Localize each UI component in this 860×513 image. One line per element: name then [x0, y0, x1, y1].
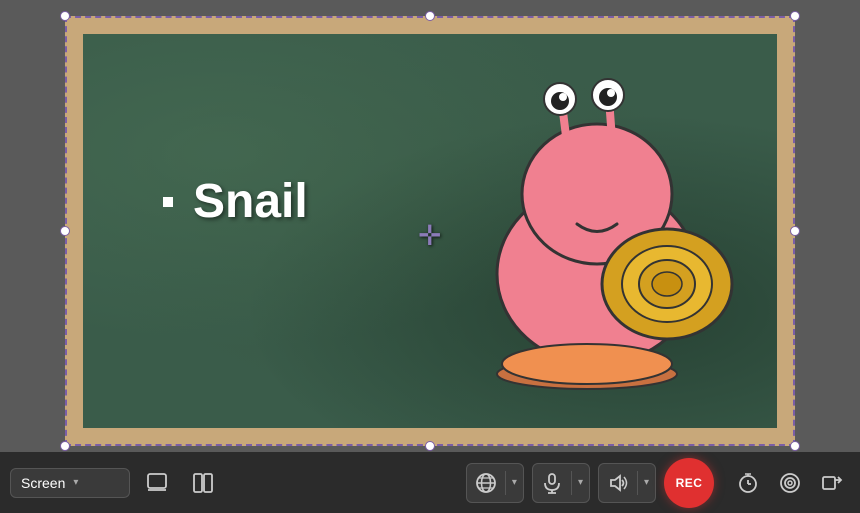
bullet-point — [163, 197, 173, 207]
handle-top-center[interactable] — [425, 11, 435, 21]
snail-text-group: Snail — [163, 174, 308, 229]
handle-bottom-center[interactable] — [425, 441, 435, 451]
exit-icon — [821, 472, 843, 494]
chevron-down-icon: ▾ — [73, 477, 78, 488]
layout-split-button[interactable] — [184, 464, 222, 502]
camera-icon — [779, 472, 801, 494]
speaker-button-group[interactable]: ▾ — [598, 463, 656, 503]
speaker-icon[interactable] — [599, 464, 637, 502]
split-view-icon — [192, 472, 214, 494]
chalkboard-inner: Snail ✛ — [83, 34, 777, 428]
speaker-chevron-icon[interactable]: ▾ — [638, 469, 655, 496]
snail-label: Snail — [193, 174, 308, 229]
screen-dropdown-label: Screen — [21, 475, 65, 491]
move-cursor-icon: ✛ — [418, 219, 441, 252]
rec-button[interactable]: REC — [664, 458, 714, 508]
timer-icon — [737, 472, 759, 494]
chalkboard-wrapper[interactable]: Snail ✛ — [65, 16, 795, 446]
settings-button[interactable] — [772, 465, 808, 501]
screen-dropdown[interactable]: Screen ▾ — [10, 468, 130, 498]
chalkboard: Snail ✛ — [65, 16, 795, 446]
mic-icon[interactable] — [533, 464, 571, 502]
layout-fit-button[interactable] — [138, 464, 176, 502]
globe-chevron-icon[interactable]: ▾ — [506, 469, 523, 496]
mic-button-group[interactable]: ▾ — [532, 463, 590, 503]
mic-chevron-icon[interactable]: ▾ — [572, 469, 589, 496]
toolbar: Screen ▾ ▾ — [0, 452, 860, 513]
right-icon-group — [730, 465, 850, 501]
snail-illustration — [447, 54, 747, 414]
handle-top-left[interactable] — [60, 11, 70, 21]
canvas-area: Snail ✛ — [0, 0, 860, 452]
globe-icon[interactable] — [467, 464, 505, 502]
handle-middle-left[interactable] — [60, 226, 70, 236]
handle-top-right[interactable] — [790, 11, 800, 21]
globe-button-group[interactable]: ▾ — [466, 463, 524, 503]
handle-bottom-right[interactable] — [790, 441, 800, 451]
handle-bottom-left[interactable] — [60, 441, 70, 451]
fit-screen-icon — [146, 472, 168, 494]
exit-button[interactable] — [814, 465, 850, 501]
handle-middle-right[interactable] — [790, 226, 800, 236]
timer-button[interactable] — [730, 465, 766, 501]
rec-label: REC — [676, 476, 703, 490]
